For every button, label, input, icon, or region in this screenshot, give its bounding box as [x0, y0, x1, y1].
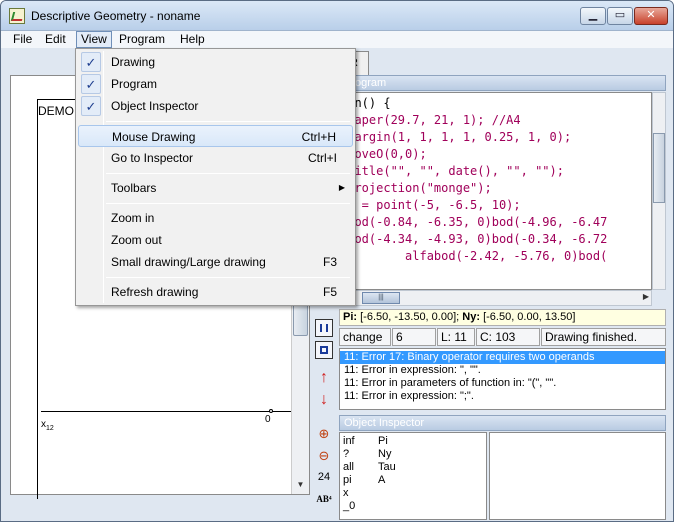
check-icon: ✓ — [81, 96, 101, 116]
font-size-icon[interactable]: AB⁴ — [315, 491, 333, 509]
check-icon: ✓ — [81, 52, 101, 72]
status-col: C: 103 — [476, 328, 540, 346]
oi-col-objects: Pi Ny Tau A — [378, 435, 396, 487]
oi-col-names: inf ? all pi x _0 — [343, 435, 355, 513]
program-header: Program — [339, 75, 666, 91]
error-item[interactable]: 11: Error in parameters of function in: … — [340, 377, 665, 390]
status-bar: change 6 L: 11 C: 103 Drawing finished. — [339, 328, 666, 346]
axis-label: x12 — [41, 419, 54, 432]
zoom-out-icon[interactable]: ⊖ — [315, 447, 333, 465]
list-item[interactable]: ? — [343, 448, 355, 461]
status-line: L: 11 — [437, 328, 475, 346]
code-line: bod(-4.34, -4.93, 0)bod(-0.34, -6.72 — [340, 232, 608, 246]
projection-info: Pi: [-6.50, -13.50, 0.00]; Ny: [-6.50, 0… — [339, 309, 666, 326]
code-editor[interactable]: ain() { paper(29.7, 21, 1); //A4 margin(… — [339, 92, 652, 290]
menu-program[interactable]: Program — [115, 31, 169, 48]
title-bar: Descriptive Geometry - noname ▁ ▭ ✕ — [1, 1, 673, 31]
zoom-in-icon[interactable]: ⊕ — [315, 425, 333, 443]
close-button[interactable]: ✕ — [634, 7, 668, 25]
error-list[interactable]: 11: Error 17: Binary operator requires t… — [339, 348, 666, 410]
menu-separator — [106, 121, 350, 122]
list-item[interactable]: Ny — [378, 448, 396, 461]
code-scrollbar-vertical[interactable] — [652, 92, 666, 290]
list-item[interactable]: Pi — [378, 435, 396, 448]
status-count: 6 — [392, 328, 436, 346]
zoom-level: 24 — [317, 471, 331, 483]
menu-item-refresh-drawing[interactable]: Refresh drawing F5 — [78, 281, 353, 303]
tool-column: ↑ ↓ ⊕ ⊖ 24 AB⁴ — [311, 301, 339, 521]
minimize-button[interactable]: ▁ — [580, 7, 606, 25]
menu-view[interactable]: View — [76, 31, 112, 48]
code-line: title("", "", date(), "", ""); — [340, 164, 564, 178]
menu-bar: File Edit View Program Help — [1, 31, 673, 48]
maximize-button[interactable]: ▭ — [607, 7, 633, 25]
menu-item-object-inspector[interactable]: ✓ Object Inspector — [78, 95, 353, 117]
demo-label: DEMO — [38, 104, 74, 118]
code-line: projection("monge"); — [340, 181, 492, 195]
error-item[interactable]: 11: Error 17: Binary operator requires t… — [340, 351, 665, 364]
move-up-button[interactable]: ↑ — [315, 369, 333, 387]
menu-item-go-to-inspector[interactable]: Go to Inspector Ctrl+I — [78, 147, 353, 169]
menu-item-drawing[interactable]: ✓ Drawing — [78, 51, 353, 73]
code-line: margin(1, 1, 1, 1, 0.25, 1, 0); — [340, 130, 572, 144]
code-line: A = point(-5, -6.5, 10); — [340, 198, 521, 212]
stop-button[interactable] — [315, 341, 333, 359]
list-item[interactable]: x — [343, 487, 355, 500]
menu-item-small-large-drawing[interactable]: Small drawing/Large drawing F3 — [78, 251, 353, 273]
app-icon — [9, 8, 25, 24]
menu-item-zoom-in[interactable]: Zoom in — [78, 207, 353, 229]
menu-separator — [106, 277, 350, 278]
origin-label: 0 — [265, 414, 271, 425]
object-inspector-header: Object Inspector — [339, 415, 666, 431]
menu-separator — [106, 173, 350, 174]
code-line: alfabod(-2.42, -5.76, 0)bod( — [340, 249, 608, 263]
view-menu-dropdown: ✓ Drawing ✓ Program ✓ Object Inspector M… — [75, 48, 356, 306]
object-inspector-list[interactable]: inf ? all pi x _0 Pi Ny Tau A — [339, 432, 487, 520]
submenu-arrow-icon: ▶ — [338, 183, 345, 192]
scroll-down-icon[interactable]: ▼ — [293, 477, 308, 492]
move-down-button[interactable]: ↓ — [315, 391, 333, 409]
status-message: Drawing finished. — [541, 328, 666, 346]
list-item[interactable]: _0 — [343, 500, 355, 513]
list-item[interactable]: Tau — [378, 461, 396, 474]
stop-icon — [320, 346, 328, 354]
check-icon: ✓ — [81, 74, 101, 94]
menu-item-zoom-out[interactable]: Zoom out — [78, 229, 353, 251]
code-line: paper(29.7, 21, 1); //A4 — [340, 113, 521, 127]
scroll-right-icon[interactable]: ▶ — [643, 292, 649, 301]
list-item[interactable]: all — [343, 461, 355, 474]
code-line: bod(-0.84, -6.35, 0)bod(-4.96, -6.47 — [340, 215, 608, 229]
code-scrollbar-horizontal[interactable]: ||| ▶ — [339, 290, 652, 306]
x12-axis — [41, 411, 291, 412]
menu-help[interactable]: Help — [176, 31, 209, 48]
window-title: Descriptive Geometry - noname — [31, 9, 201, 23]
menu-item-toolbars[interactable]: Toolbars ▶ — [78, 177, 353, 199]
list-item[interactable]: pi — [343, 474, 355, 487]
object-inspector-detail[interactable] — [489, 432, 666, 520]
list-item[interactable]: inf — [343, 435, 355, 448]
status-mode: change — [339, 328, 391, 346]
menu-item-mouse-drawing[interactable]: Mouse Drawing Ctrl+H — [78, 125, 353, 147]
error-item[interactable]: 11: Error in expression: ";". — [340, 390, 665, 403]
menu-separator — [106, 203, 350, 204]
app-window: Descriptive Geometry - noname ▁ ▭ ✕ File… — [0, 0, 674, 522]
pause-button[interactable] — [315, 319, 333, 337]
origin-point — [269, 409, 273, 413]
pause-icon — [320, 324, 328, 332]
menu-item-program[interactable]: ✓ Program — [78, 73, 353, 95]
list-item[interactable]: A — [378, 474, 396, 487]
menu-file[interactable]: File — [9, 31, 36, 48]
scrollbar-thumb[interactable] — [653, 133, 665, 203]
scrollbar-thumb[interactable]: ||| — [362, 292, 400, 304]
error-item[interactable]: 11: Error in expression: ", "". — [340, 364, 665, 377]
menu-edit[interactable]: Edit — [41, 31, 70, 48]
